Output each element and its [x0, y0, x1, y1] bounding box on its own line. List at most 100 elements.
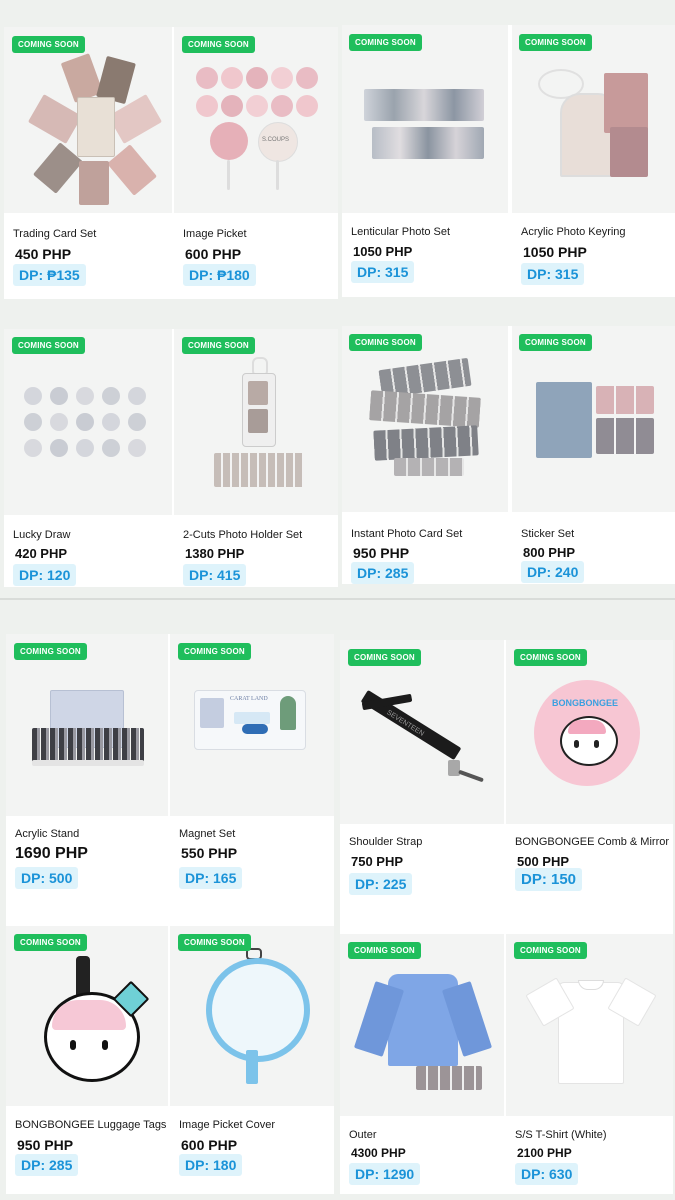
product-card-image-picket-cover[interactable]: COMING SOON Image Picket Cover 600 PHP D… [170, 926, 334, 1194]
outer-shirt-art [353, 974, 493, 1094]
product-price: 1690 PHP [15, 845, 88, 862]
coming-soon-badge: COMING SOON [178, 934, 251, 951]
down-payment-badge: DP: 180 [179, 1154, 243, 1176]
product-price: 950 PHP [17, 1137, 74, 1153]
picket-logo-text: S.COUPS [262, 137, 290, 143]
section-divider [0, 598, 675, 600]
product-card-bongbongee-luggage-tags[interactable]: COMING SOON BONGBONGEE Luggage Tags 950 … [6, 926, 168, 1194]
coming-soon-badge: COMING SOON [349, 34, 422, 51]
coming-soon-badge: COMING SOON [182, 337, 255, 354]
coming-soon-badge: COMING SOON [178, 643, 251, 660]
coming-soon-badge: COMING SOON [348, 942, 421, 959]
product-image[interactable]: COMING SOON [342, 25, 508, 213]
product-image[interactable]: COMING SOON BONGBONGEE [506, 640, 673, 824]
product-image[interactable]: COMING SOON [6, 926, 168, 1106]
t-shirt-art [525, 974, 657, 1094]
panel-top-right: COMING SOON Lenticular Photo Set 1050 PH… [342, 25, 675, 297]
coming-soon-badge: COMING SOON [12, 337, 85, 354]
product-name: Image Picket [183, 228, 247, 240]
coming-soon-badge: COMING SOON [14, 643, 87, 660]
image-picket-art: S.COUPS [196, 67, 320, 197]
product-card-2-cuts-photo-holder-set[interactable]: COMING SOON 2-Cuts Photo Holder Set 1380… [174, 329, 338, 587]
product-price: 600 PHP [185, 246, 242, 262]
product-image[interactable]: COMING SOON [6, 634, 168, 816]
coming-soon-badge: COMING SOON [349, 334, 422, 351]
product-image[interactable]: COMING SOON [170, 926, 334, 1106]
product-card-outer[interactable]: COMING SOON Outer 4300 PHP DP: 1290 [340, 934, 504, 1194]
acrylic-stand-art [32, 690, 144, 766]
product-image[interactable]: COMING SOON S.COUPS [174, 27, 338, 213]
down-payment-badge: DP: ₱180 [183, 264, 256, 286]
sticker-set-art [536, 382, 658, 462]
down-payment-badge: DP: 630 [515, 1163, 579, 1185]
product-image[interactable]: COMING SOON [512, 25, 675, 213]
coming-soon-badge: COMING SOON [514, 649, 587, 666]
product-price: 450 PHP [15, 246, 72, 262]
product-price: 1050 PHP [353, 244, 413, 259]
bongbongee-logo: BONGBONGEE [552, 698, 619, 708]
shoulder-strap-art: SEVENTEEN [360, 684, 486, 794]
photo-holder-art [214, 357, 304, 489]
product-name: Lenticular Photo Set [351, 226, 451, 238]
product-image[interactable]: COMING SOON [174, 329, 338, 515]
product-card-sticker-set[interactable]: COMING SOON Sticker Set 800 PHP DP: 240 [512, 326, 675, 584]
product-name: Acrylic Photo Keyring [521, 226, 626, 238]
product-name: Image Picket Cover [179, 1119, 275, 1131]
product-card-shoulder-strap[interactable]: COMING SOON SEVENTEEN Shoulder Strap 750… [340, 640, 504, 932]
product-price: 800 PHP [523, 545, 576, 560]
coming-soon-badge: COMING SOON [348, 649, 421, 666]
product-name: 2-Cuts Photo Holder Set [183, 529, 303, 541]
product-image[interactable]: COMING SOON [4, 27, 172, 213]
down-payment-badge: DP: ₱135 [13, 264, 86, 286]
product-name: Magnet Set [179, 828, 236, 840]
panel-top-left: COMING SOON Trading Card Set 450 PHP DP:… [4, 27, 338, 299]
keyring-art [538, 69, 650, 189]
down-payment-badge: DP: 285 [15, 1154, 79, 1176]
instant-photo-art [369, 357, 482, 476]
product-price: 2100 PHP [517, 1146, 572, 1160]
product-card-image-picket[interactable]: COMING SOON S.COUPS Image Picket 600 PHP… [174, 27, 338, 299]
down-payment-badge: DP: 315 [521, 263, 585, 285]
product-card-lucky-draw[interactable]: COMING SOON Lucky Draw 420 PHP DP: 120 [4, 329, 172, 587]
panel-middle-right: COMING SOON Instant Photo Card Set 950 P… [342, 326, 675, 584]
product-image[interactable]: COMING SOON CARAT LAND [170, 634, 334, 816]
carat-land-text: CARAT LAND [230, 696, 268, 702]
coming-soon-badge: COMING SOON [519, 34, 592, 51]
trading-cards-art [27, 53, 163, 207]
product-image[interactable]: COMING SOON [506, 934, 673, 1116]
product-name: Lucky Draw [13, 529, 71, 541]
product-card-trading-card-set[interactable]: COMING SOON Trading Card Set 450 PHP DP:… [4, 27, 172, 299]
product-price: 1380 PHP [185, 546, 245, 561]
down-payment-badge: DP: 1290 [349, 1163, 421, 1185]
product-name: Sticker Set [521, 528, 575, 540]
product-card-magnet-set[interactable]: COMING SOON CARAT LAND Magnet Set 550 PH… [170, 634, 334, 924]
picket-cover-art [202, 948, 310, 1088]
coming-soon-badge: COMING SOON [14, 934, 87, 951]
product-image[interactable]: COMING SOON [512, 326, 675, 512]
product-name: Shoulder Strap [349, 836, 423, 848]
product-card-lenticular-photo-set[interactable]: COMING SOON Lenticular Photo Set 1050 PH… [342, 25, 508, 297]
down-payment-badge: DP: 285 [351, 562, 415, 584]
product-price: 600 PHP [181, 1137, 238, 1153]
product-image[interactable]: COMING SOON [342, 326, 508, 512]
product-image[interactable]: COMING SOON SEVENTEEN [340, 640, 504, 824]
product-card-acrylic-stand[interactable]: COMING SOON Acrylic Stand 1690 PHP DP: 5… [6, 634, 168, 924]
down-payment-badge: DP: 315 [351, 261, 415, 283]
product-image[interactable]: COMING SOON [340, 934, 504, 1116]
product-card-bongbongee-comb-mirror[interactable]: COMING SOON BONGBONGEE BONGBONGEE Comb &… [506, 640, 673, 932]
product-name: Acrylic Stand [15, 828, 80, 840]
product-card-instant-photo-card-set[interactable]: COMING SOON Instant Photo Card Set 950 P… [342, 326, 508, 584]
product-card-ss-t-shirt-white[interactable]: COMING SOON S/S T-Shirt (White) 2100 PHP… [506, 934, 673, 1194]
down-payment-badge: DP: 165 [179, 867, 243, 889]
product-card-acrylic-photo-keyring[interactable]: COMING SOON Acrylic Photo Keyring 1050 P… [512, 25, 675, 297]
product-price: 4300 PHP [351, 1146, 406, 1160]
lenticular-photo-art [364, 89, 486, 165]
down-payment-badge: DP: 225 [349, 873, 413, 895]
lucky-draw-art [24, 387, 154, 463]
product-image[interactable]: COMING SOON [4, 329, 172, 515]
product-price: 420 PHP [15, 546, 68, 561]
product-price: 550 PHP [181, 845, 238, 861]
coming-soon-badge: COMING SOON [519, 334, 592, 351]
panel-middle-left: COMING SOON Lucky Draw 420 PHP DP: 120 C… [4, 329, 338, 587]
product-name: BONGBONGEE Luggage Tags [15, 1119, 167, 1131]
